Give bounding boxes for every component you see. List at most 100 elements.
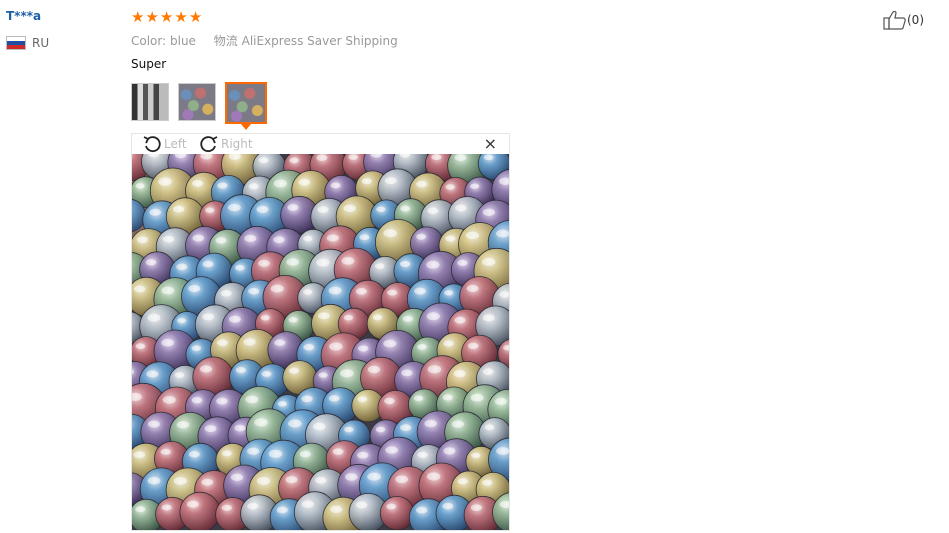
photo-viewer: Left Right × (131, 133, 510, 531)
bead-highlight (301, 500, 314, 508)
star-icon: ★ (174, 8, 188, 26)
bead-highlight (355, 288, 367, 295)
water-bead (179, 491, 221, 530)
bead-highlight (186, 500, 199, 508)
bead-highlight (483, 154, 494, 161)
bead-highlight (442, 394, 454, 401)
bead-highlight (244, 234, 257, 242)
bead-highlight (426, 260, 440, 269)
rotate-left-button[interactable]: Left (142, 135, 187, 153)
bead-highlight (268, 449, 283, 458)
bead-highlight (235, 264, 245, 271)
bead-highlight (416, 506, 428, 514)
bead-highlight (383, 229, 397, 238)
bead-highlight (221, 450, 232, 457)
bead-highlight (216, 339, 228, 346)
bead-highlight (158, 177, 172, 186)
bead-highlight (454, 154, 467, 162)
bead-highlight (443, 447, 456, 455)
bead-highlight (343, 204, 356, 212)
bead-highlight (303, 343, 315, 351)
bead-highlight (202, 313, 215, 321)
bead-highlight (361, 178, 372, 185)
bead-highlight (220, 290, 232, 297)
bead-highlight (457, 478, 468, 485)
photo-thumbnail[interactable] (178, 83, 216, 121)
bead-highlight (248, 183, 259, 190)
bead-highlight (385, 446, 399, 454)
bead-highlight (395, 475, 409, 484)
bead-highlight (426, 472, 441, 481)
bead-highlight (261, 370, 272, 377)
bead-highlight (496, 447, 509, 455)
bead-highlight (191, 397, 203, 404)
russia-flag-icon (6, 36, 26, 50)
bead-highlight (191, 345, 201, 351)
bead-highlight (344, 426, 354, 433)
bead-highlight (431, 154, 442, 161)
bead-highlight (147, 420, 160, 428)
photo-thumbnail[interactable] (131, 83, 169, 121)
bead-highlight (147, 476, 161, 485)
bead-highlight (301, 395, 313, 403)
bead-highlight (482, 208, 495, 216)
bead-highlight (174, 372, 185, 378)
bead-highlight (401, 369, 413, 377)
bead-highlight (135, 343, 146, 350)
bead-highlight (466, 231, 479, 240)
bead-highlight (328, 286, 342, 295)
bead-highlight (258, 157, 269, 164)
bead-highlight (470, 183, 480, 189)
bead-highlight (470, 504, 482, 511)
bead-highlight (316, 154, 328, 161)
close-viewer-button[interactable]: × (484, 136, 497, 152)
bead-highlight (357, 451, 369, 459)
bead-highlight (494, 397, 507, 405)
reviewer-country: RU (6, 36, 49, 50)
bead-highlight (341, 257, 355, 265)
thumbs-up-icon (883, 10, 906, 30)
review-photo (132, 154, 509, 530)
bead-highlight (204, 425, 217, 433)
bead-highlight (258, 259, 270, 267)
bead-highlight (400, 205, 410, 212)
photo-thumbnail-active[interactable] (225, 82, 267, 124)
bead-highlight (161, 286, 175, 295)
bead-highlight (330, 505, 343, 513)
rotate-right-button[interactable]: Right (199, 135, 253, 153)
bead-highlight (298, 178, 311, 186)
bead-highlight (326, 234, 339, 242)
bead-highlight (443, 340, 454, 347)
rotate-left-icon (143, 136, 161, 153)
bead-highlight (135, 183, 145, 189)
bead-highlight (482, 368, 494, 375)
reviewer-name[interactable]: T***a (6, 9, 41, 23)
bead-highlight (216, 397, 228, 405)
bead-highlight (426, 312, 440, 321)
color-label: Color: (131, 34, 167, 48)
bead-highlight (192, 234, 204, 242)
bead-highlight (315, 476, 327, 484)
bead-highlight (470, 393, 484, 402)
review-card: T***a RU ★ ★ ★ ★ ★ Color: blue 物流 AliExp… (0, 0, 949, 533)
bead-highlight (387, 289, 398, 296)
water-beads-photo (132, 154, 509, 530)
helpful-button[interactable]: (0) (883, 10, 924, 30)
bead-highlight (316, 258, 330, 267)
bead-highlight (299, 450, 311, 458)
bead-highlight (162, 235, 175, 243)
bead-highlight (247, 502, 259, 510)
bead-highlight (201, 478, 214, 486)
bead-highlight (303, 289, 313, 295)
bead-highlight (384, 397, 395, 405)
bead-highlight (217, 182, 228, 189)
bead-highlight (358, 345, 369, 352)
helpful-count: (0) (907, 13, 924, 27)
bead-highlight (230, 473, 244, 481)
bead-highlight (457, 259, 468, 266)
bead-highlight (374, 263, 385, 269)
bead-highlight (330, 182, 341, 189)
bead-highlight (145, 259, 157, 266)
bead-highlight (202, 260, 214, 268)
bead-highlight (384, 177, 397, 185)
